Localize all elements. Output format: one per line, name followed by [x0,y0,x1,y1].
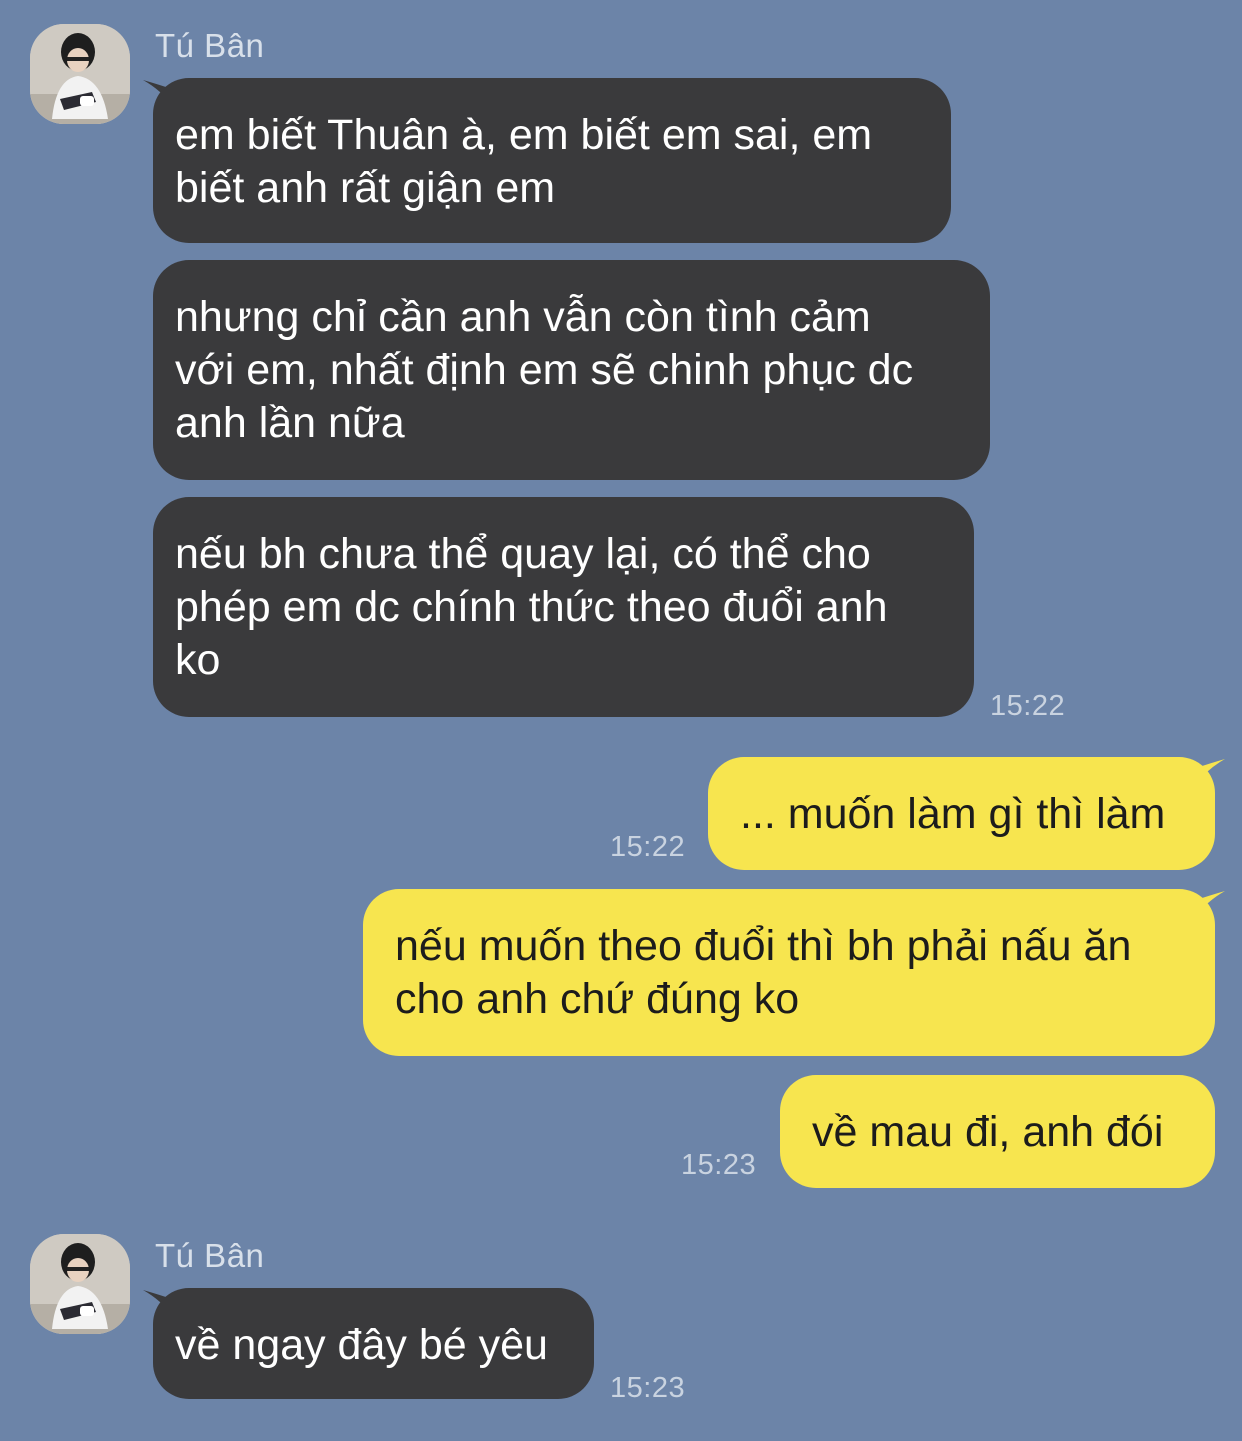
sender-name: Tú Bân [155,27,265,64]
contact-avatar[interactable] [30,1234,130,1334]
message-timestamp: 15:23 [681,1149,757,1181]
message-timestamp: 15:22 [990,690,1066,722]
sender-name: Tú Bân [155,1237,265,1274]
message-bubble[interactable]: về mau đi, anh đói [780,1075,1215,1188]
message-timestamp: 15:22 [610,831,686,863]
message-bubble[interactable]: ... muốn làm gì thì làm [708,757,1215,870]
message-bubble[interactable]: em biết Thuân à, em biết em sai, em biết… [153,78,951,243]
message-bubble[interactable]: nếu muốn theo đuổi thì bh phải nấu ăn ch… [363,889,1215,1056]
message-timestamp: 15:23 [610,1372,686,1404]
message-bubble[interactable]: nếu bh chưa thể quay lại, có thể cho phé… [153,497,974,717]
message-bubble[interactable]: nhưng chỉ cần anh vẫn còn tình cảm với e… [153,260,990,480]
message-bubble[interactable]: về ngay đây bé yêu [153,1288,594,1399]
contact-avatar[interactable] [30,24,130,124]
